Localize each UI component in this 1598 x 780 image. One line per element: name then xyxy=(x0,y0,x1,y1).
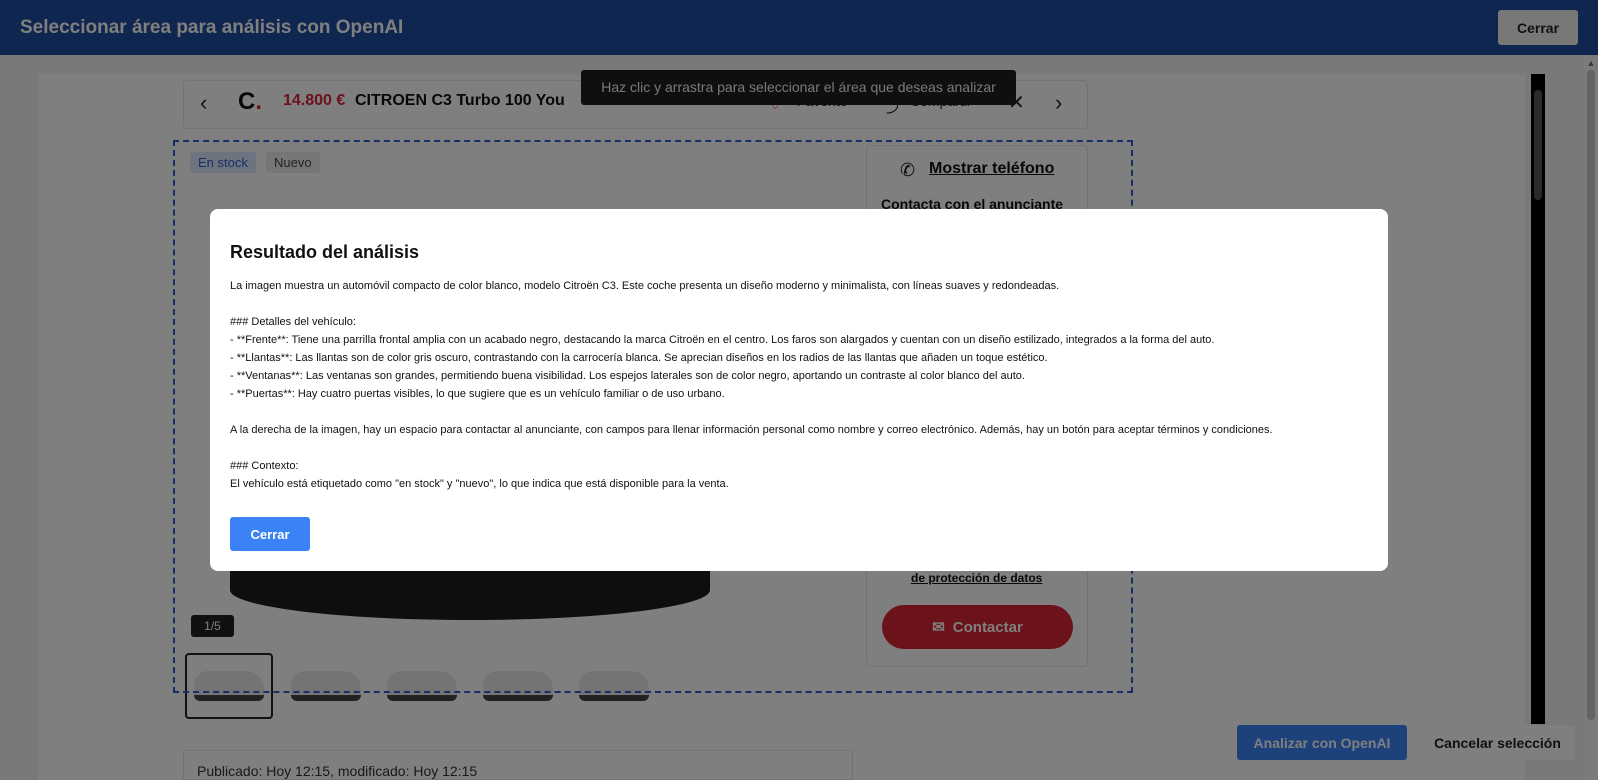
modal-close-button[interactable]: Cerrar xyxy=(230,517,310,551)
analysis-text: La imagen muestra un automóvil compacto … xyxy=(230,280,1273,490)
analysis-result-modal: Resultado del análisis La imagen muestra… xyxy=(210,209,1388,571)
modal-title: Resultado del análisis xyxy=(230,242,420,262)
